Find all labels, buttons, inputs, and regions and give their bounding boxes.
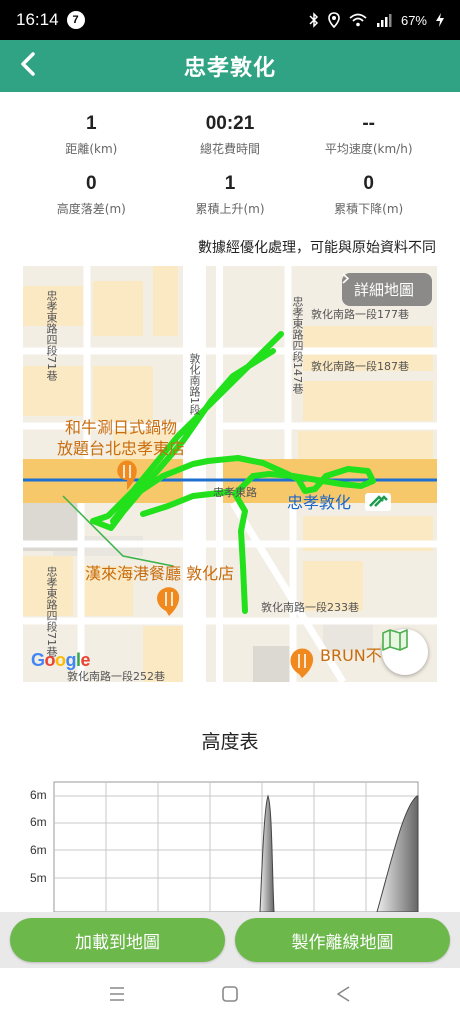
stats-row-1: 1 距離(km) 00:21 總花費時間 -- 平均速度(km/h) (22, 92, 438, 162)
poi-label: BRUN不 (320, 646, 382, 665)
page-title: 忠孝敦化 (183, 56, 276, 81)
notification-badge: 7 (66, 11, 85, 29)
street-label: 忠孝東路四段147巷 (291, 296, 304, 394)
google-letter: e (80, 650, 91, 670)
back-triangle-icon (335, 985, 351, 1007)
street-label: 敦化南路一段233巷 (261, 601, 359, 614)
stats-panel: 1 距離(km) 00:21 總花費時間 -- 平均速度(km/h) 0 高度落… (0, 92, 460, 230)
stat-label: 距離(km) (65, 142, 118, 156)
street-label: 忠孝東路四段71巷 (45, 290, 58, 381)
google-letter: o (44, 650, 56, 670)
location-icon (328, 12, 340, 28)
back-arrow-icon (18, 52, 38, 80)
data-note: 數據經優化處理，可能與原始資料不同 (198, 240, 436, 256)
system-nav-bar (0, 968, 460, 1024)
restaurant-pin-2 (157, 587, 180, 616)
stat-label: 累積上升(m) (195, 202, 265, 216)
app-header: 忠孝敦化 (0, 40, 460, 92)
charging-icon (436, 13, 444, 27)
google-letter: G (31, 650, 45, 670)
stat-elevation-diff: 0 高度落差(m) (22, 160, 161, 230)
stat-value: 00:21 (205, 113, 255, 134)
google-logo: Google (31, 650, 91, 671)
mrt-station-icon (365, 493, 391, 511)
route-map[interactable]: 忠孝東路四段71巷 忠孝東路四段71巷 敦化南路1段 忠孝東路四段147巷 敦化… (23, 266, 437, 682)
detail-map-button[interactable]: 詳細地圖 (341, 273, 432, 306)
back-nav-button[interactable] (323, 976, 363, 1016)
google-letter: o (55, 650, 66, 670)
stat-duration: 00:21 總花費時間 (161, 92, 300, 162)
stat-distance: 1 距離(km) (22, 92, 161, 162)
stats-row-2: 0 高度落差(m) 1 累積上升(m) 0 累積下降(m) (22, 160, 438, 230)
stat-label: 累積下降(m) (334, 202, 404, 216)
home-button[interactable] (210, 976, 250, 1016)
poi-label: 漢來海港餐廳 敦化店 (85, 564, 235, 583)
stat-ascent: 1 累積上升(m) (161, 160, 300, 230)
stat-label: 平均速度(km/h) (324, 142, 413, 156)
battery-text: 67% (400, 12, 427, 28)
station-label: 忠孝敦化 (287, 493, 352, 512)
signal-icon (376, 13, 392, 27)
y-tick-label: 6m (30, 815, 47, 829)
y-tick-label: 5m (30, 871, 47, 885)
status-bar: 16:14 7 67% (0, 0, 460, 40)
poi-label: 放題台北忠孝東店 (57, 439, 186, 458)
stat-value: 0 (363, 173, 374, 194)
street-label: 忠孝東路 (213, 486, 257, 499)
status-time: 16:14 (16, 10, 59, 29)
street-label: 敦化南路一段177巷 (311, 308, 409, 321)
load-to-map-button[interactable]: 加載到地圖 (10, 918, 225, 962)
map-canvas (23, 266, 437, 682)
elevation-title: 高度表 (201, 731, 259, 753)
detail-map-label: 詳細地圖 (353, 281, 414, 299)
y-tick-label: 6m (30, 788, 47, 802)
stat-descent: 0 累積下降(m) (299, 160, 438, 230)
street-label: 敦化南路一段187巷 (311, 360, 409, 373)
stat-avg-speed: -- 平均速度(km/h) (299, 92, 438, 162)
make-offline-map-button[interactable]: 製作離線地圖 (235, 918, 450, 962)
map-layers-button[interactable] (382, 629, 428, 675)
recent-apps-button[interactable] (97, 976, 137, 1016)
google-letter: g (65, 650, 77, 670)
recents-icon (108, 986, 126, 1006)
elevation-chart: 6m 6m 6m 5m (22, 778, 442, 912)
elevation-plot (53, 781, 419, 912)
poi-label: 和牛涮日式鍋物 (65, 418, 178, 437)
home-icon (221, 985, 239, 1007)
stat-value: 1 (224, 173, 236, 194)
stat-label: 總花費時間 (200, 142, 261, 156)
street-label: 敦化南路1段 (188, 353, 201, 415)
stat-label: 高度落差(m) (56, 202, 126, 216)
wifi-icon (349, 13, 367, 27)
stat-value: 1 (86, 113, 97, 134)
action-bar: 加載到地圖 製作離線地圖 (0, 912, 460, 968)
street-label: 忠孝東路四段71巷 (45, 566, 58, 657)
stat-value: 0 (86, 173, 97, 194)
stat-value: -- (362, 113, 375, 134)
status-icons: 67% (309, 12, 444, 28)
back-button[interactable] (8, 46, 48, 86)
y-tick-label: 6m (30, 843, 47, 857)
bluetooth-icon (309, 12, 319, 28)
